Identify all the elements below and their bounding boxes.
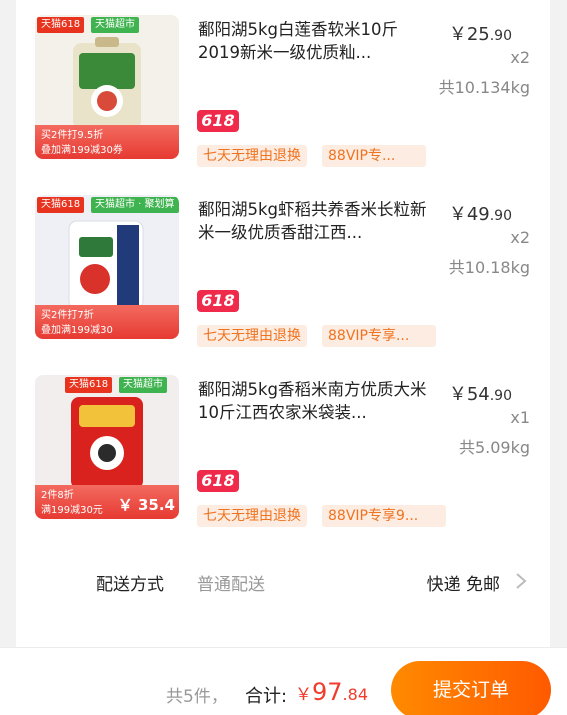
total-main: 97 [312,678,343,706]
promo-text-line1: 买2件打7折 [41,310,94,321]
image-price-tag: ￥ 35.4 [117,496,175,514]
vip-pill[interactable]: 88VIP专享... [322,325,436,347]
shipping-value: 普通配送 [197,575,265,595]
product-image[interactable]: 天猫618 天猫超市 · 聚划算 买2件打7折 叠加满199减30 [35,195,179,339]
tmall-618-tag: 天猫618 [37,197,85,213]
shipping-express-free: 快递 免邮 [426,575,500,595]
unit-price: ￥54.90 [449,380,512,406]
seven-day-return-pill[interactable]: 七天无理由退换 [197,325,307,347]
price-cents: .90 [489,208,512,224]
promo-text-line2: 叠加满199减30 [41,325,113,336]
order-item[interactable]: 天猫618 天猫超市 2件8折 满199减30元 ￥ 35.4 鄱阳湖5kg香稻… [16,370,550,550]
vip-pill[interactable]: 88VIP专... [322,145,426,167]
total-weight: 共10.134kg [438,78,530,97]
quantity: x1 [510,408,530,427]
badge-618: 618 [197,290,239,312]
item-count: 共5件， [166,687,228,707]
checkout-bar: 共5件， 合计: ￥97.84 提交订单 [0,647,567,715]
unit-price: ￥49.90 [449,200,512,226]
price-main: ￥49 [448,204,490,225]
submit-order-button[interactable]: 提交订单 [391,661,551,715]
currency-symbol: ￥ [295,685,312,705]
chevron-right-icon[interactable] [514,572,528,590]
product-title[interactable]: 鄱阳湖5kg香稻米南方优质大米10斤江西农家米袋装... [198,378,428,424]
product-title[interactable]: 鄱阳湖5kg白莲香软米10斤2019新米一级优质籼... [198,18,428,64]
order-item[interactable]: 天猫618 天猫超市 买2件打9.5折 叠加满199减30券 鄱阳湖5kg白莲香… [16,10,550,190]
order-item[interactable]: 天猫618 天猫超市 · 聚划算 买2件打7折 叠加满199减30 鄱阳湖5kg… [16,190,550,370]
tmall-618-tag: 天猫618 [37,17,85,33]
total-label: 合计: [245,686,288,707]
product-image[interactable]: 天猫618 天猫超市 2件8折 满199减30元 ￥ 35.4 [35,375,179,519]
seven-day-return-pill[interactable]: 七天无理由退换 [197,145,307,167]
tmall-supermarket-tag: 天猫超市 · 聚划算 [91,197,179,213]
badge-618: 618 [197,470,239,492]
promo-text-line1: 买2件打9.5折 [41,130,104,141]
seven-day-return-pill[interactable]: 七天无理由退换 [197,505,307,527]
total-cents: .84 [342,685,368,704]
badge-618: 618 [197,110,239,132]
total-weight: 共5.09kg [458,438,530,457]
tmall-supermarket-tag: 天猫超市 [91,17,139,33]
shipping-label: 配送方式 [96,575,164,595]
total-amount: ￥97.84 [295,678,368,706]
product-image[interactable]: 天猫618 天猫超市 买2件打9.5折 叠加满199减30券 [35,15,179,159]
price-cents: .90 [489,388,512,404]
order-card: 天猫618 天猫超市 买2件打9.5折 叠加满199减30券 鄱阳湖5kg白莲香… [16,0,550,715]
total-weight: 共10.18kg [448,258,530,277]
price-main: ￥25 [448,24,490,45]
tmall-supermarket-tag: 天猫超市 [119,377,167,393]
quantity: x2 [510,228,530,247]
quantity: x2 [510,48,530,67]
promo-text-line1: 2件8折 [41,490,74,501]
price-cents: .90 [489,28,512,44]
price-main: ￥54 [448,384,490,405]
promo-text-line2: 满199减30元 [41,505,103,516]
promo-text-line2: 叠加满199减30券 [41,145,123,156]
shipping-method-row[interactable]: 配送方式 普通配送 快递 免邮 [16,558,550,606]
tmall-618-tag: 天猫618 [65,377,113,393]
product-title[interactable]: 鄱阳湖5kg虾稻共养香米长粒新米一级优质香甜江西... [198,198,428,244]
vip-pill[interactable]: 88VIP专享9... [322,505,446,527]
unit-price: ￥25.90 [449,20,512,46]
